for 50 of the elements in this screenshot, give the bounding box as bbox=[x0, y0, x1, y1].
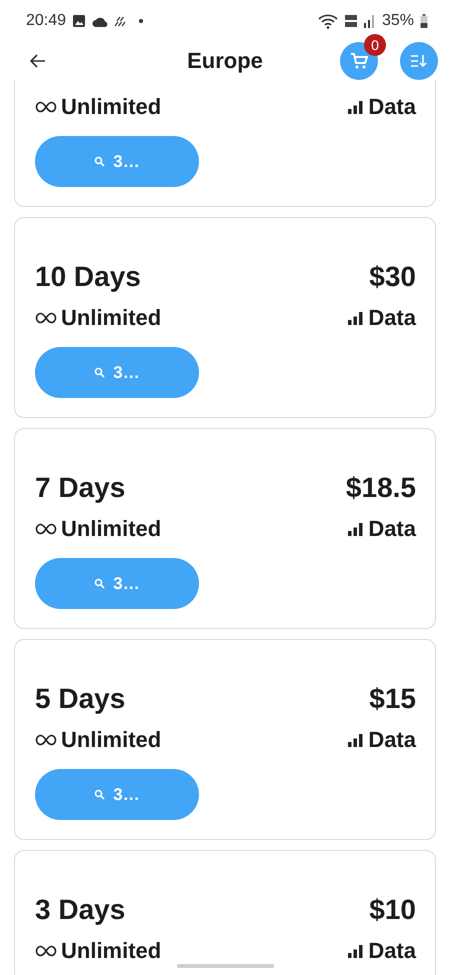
signal-bars-icon bbox=[348, 734, 364, 746]
cart-icon bbox=[350, 53, 368, 69]
signal-bars-icon bbox=[348, 312, 364, 324]
dot-icon bbox=[138, 18, 144, 24]
infinity-icon bbox=[35, 734, 57, 746]
plan-price: $18.5 bbox=[346, 473, 416, 503]
plan-type-label: Data bbox=[368, 517, 416, 541]
plan-price: $10 bbox=[369, 895, 416, 925]
sort-icon bbox=[410, 54, 428, 68]
wifi-icon bbox=[318, 14, 338, 28]
plan-price: $30 bbox=[369, 262, 416, 292]
search-icon bbox=[94, 578, 106, 589]
infinity-icon bbox=[35, 101, 57, 113]
clock-time: 20:49 bbox=[26, 12, 66, 30]
battery-percent: 35% bbox=[382, 12, 414, 30]
plan-card[interactable]: 5 Days $15 Unlimited Data 3… bbox=[14, 639, 436, 840]
allowance-label: Unlimited bbox=[61, 939, 162, 963]
search-icon bbox=[94, 156, 106, 167]
sort-button[interactable] bbox=[400, 42, 438, 80]
plan-card[interactable]: Unlimited Data 3… bbox=[14, 80, 436, 207]
page-title: Europe bbox=[187, 48, 263, 74]
plan-type-label: Data bbox=[368, 728, 416, 752]
allowance-label: Unlimited bbox=[61, 95, 162, 119]
infinity-icon bbox=[35, 523, 57, 535]
plan-card[interactable]: 3 Days $10 Unlimited Data bbox=[14, 850, 436, 975]
cloud-icon bbox=[92, 16, 108, 26]
plan-duration: 5 Days bbox=[35, 684, 126, 714]
search-icon bbox=[94, 789, 106, 800]
allowance-label: Unlimited bbox=[61, 517, 162, 541]
plan-card[interactable]: 10 Days $30 Unlimited Data 3… bbox=[14, 217, 436, 418]
plan-price: $15 bbox=[369, 684, 416, 714]
plan-type-label: Data bbox=[368, 939, 416, 963]
battery-icon bbox=[420, 14, 428, 28]
image-icon bbox=[72, 14, 86, 28]
signal-bars-icon bbox=[348, 100, 364, 114]
plan-duration: 7 Days bbox=[35, 473, 126, 503]
cart-count-badge: 0 bbox=[364, 34, 386, 56]
signal-icon bbox=[364, 14, 376, 28]
signal-bars-icon bbox=[348, 944, 364, 958]
infinity-icon bbox=[35, 312, 57, 324]
plan-card[interactable]: 7 Days $18.5 Unlimited Data 3… bbox=[14, 428, 436, 629]
infinity-icon bbox=[35, 945, 57, 957]
allowance-label: Unlimited bbox=[61, 728, 162, 752]
plan-type-label: Data bbox=[368, 306, 416, 330]
signal-bars-icon bbox=[348, 522, 364, 536]
plan-duration: 3 Days bbox=[35, 895, 126, 925]
plan-duration: 10 Days bbox=[35, 262, 141, 292]
plan-type-label: Data bbox=[368, 95, 416, 119]
search-icon bbox=[94, 367, 106, 378]
allowance-label: Unlimited bbox=[61, 306, 162, 330]
